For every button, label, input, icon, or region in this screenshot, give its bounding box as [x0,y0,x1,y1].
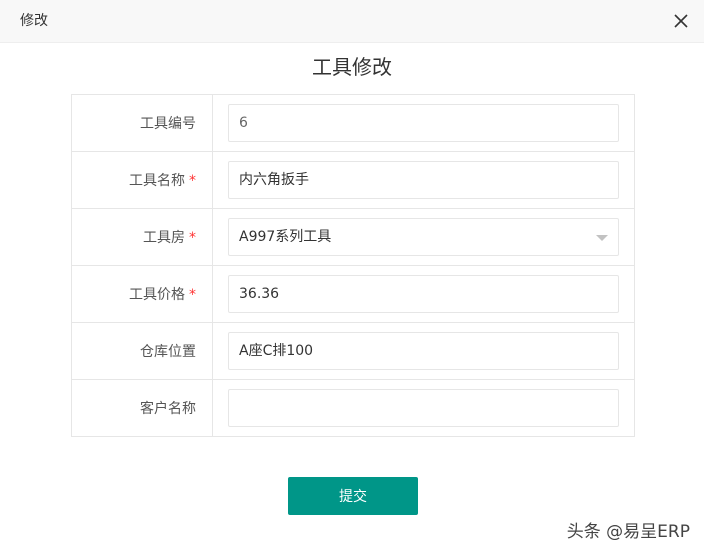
warehouse-location-input[interactable]: A座C排100 [228,332,619,370]
field-label: 仓库位置 [71,322,213,380]
form-title: 工具修改 [312,55,392,79]
dialog-title: 修改 [20,13,48,29]
submit-button[interactable]: 提交 [288,477,418,515]
tool-id-input[interactable]: 6 [228,104,619,142]
edit-form: 工具编号 6 工具名称 * 内六角扳手 工具房 * A997系列工具 工具价格 * 3… [71,94,635,437]
customer-name-input[interactable] [228,389,619,427]
required-mark: * [189,173,196,189]
form-row-tool-price: 工具价格 * 36.36 [71,265,635,323]
field-label: 工具名称 * [71,151,213,209]
tool-room-selected-value: A997系列工具 [239,229,332,245]
form-row-customer-name: 客户名称 [71,379,635,437]
field-label: 工具价格 * [71,265,213,323]
required-mark: * [189,287,196,303]
tool-name-input[interactable]: 内六角扳手 [228,161,619,199]
dropdown-arrow-icon [596,235,608,241]
close-icon[interactable] [672,12,690,30]
form-row-warehouse-location: 仓库位置 A座C排100 [71,322,635,380]
field-label: 工具编号 [71,94,213,152]
required-mark: * [189,230,196,246]
tool-price-input[interactable]: 36.36 [228,275,619,313]
form-row-tool-room: 工具房 * A997系列工具 [71,208,635,266]
watermark: 头条 @易呈ERP [566,522,690,542]
dialog-header: 修改 [0,0,704,43]
field-label: 工具房 * [71,208,213,266]
form-row-tool-id: 工具编号 6 [71,94,635,152]
tool-room-select[interactable]: A997系列工具 [228,218,619,256]
field-label: 客户名称 [71,379,213,437]
form-row-tool-name: 工具名称 * 内六角扳手 [71,151,635,209]
